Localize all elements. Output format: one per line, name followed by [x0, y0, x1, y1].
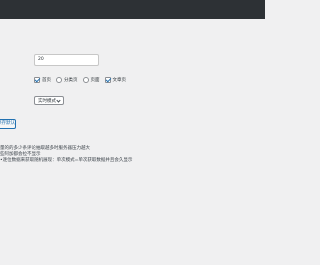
help-note: •逐位数据来获取随机展现：单次模式=单次获取数据并且会久显示 [0, 158, 133, 163]
checkbox-label: 文章页 [112, 78, 127, 83]
display-page-checkboxes: 首页 分类页 页面 文章页 [34, 76, 131, 84]
checkbox-label: 分类页 [64, 78, 78, 83]
mode-select-value: 实时模式 [38, 99, 56, 104]
checkbox-label: 页面 [90, 78, 100, 83]
checkbox-home[interactable]: 首页 [34, 76, 51, 83]
checkbox-page[interactable]: 页面 [82, 77, 100, 83]
save-default-button[interactable]: 保存默认 [0, 119, 16, 129]
checkbox-checked-icon[interactable] [34, 76, 41, 83]
count-input[interactable]: 20 [34, 54, 99, 66]
radio-unchecked-icon[interactable] [56, 77, 62, 83]
chevron-down-icon [56, 98, 61, 103]
checkbox-label: 首页 [42, 78, 51, 83]
checkbox-checked-icon[interactable] [104, 76, 111, 83]
checkbox-category[interactable]: 分类页 [56, 77, 78, 83]
help-notes: 量的的多少条评论抽取越多时服务器压力越大 些阿加都会拉不显示 •逐位数据来获取随… [0, 146, 200, 164]
checkbox-post[interactable]: 文章页 [104, 76, 127, 83]
admin-top-bar [0, 0, 265, 19]
radio-unchecked-icon[interactable] [82, 77, 89, 83]
mode-select[interactable]: 实时模式 [34, 96, 64, 105]
